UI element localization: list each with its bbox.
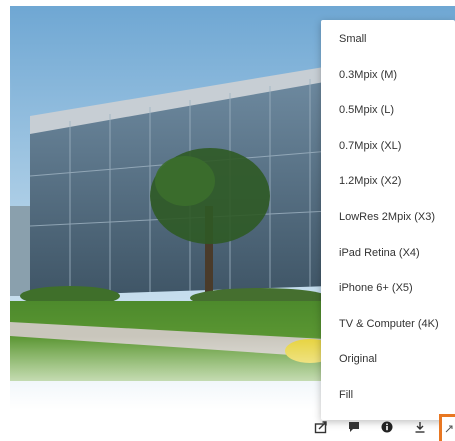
menu-item-x5[interactable]: iPhone 6+ (X5) — [321, 271, 455, 307]
share-icon — [314, 421, 327, 434]
info-icon — [381, 421, 393, 433]
menu-item-x3[interactable]: LowRes 2Mpix (X3) — [321, 200, 455, 236]
photo-toolbar — [300, 414, 455, 441]
menu-item-original[interactable]: Original — [321, 342, 455, 378]
info-button[interactable] — [378, 418, 396, 436]
comment-icon — [349, 422, 359, 432]
menu-item-xlarge[interactable]: 0.7Mpix (XL) — [321, 129, 455, 165]
menu-item-x2[interactable]: 1.2Mpix (X2) — [321, 164, 455, 200]
menu-item-small[interactable]: Small — [321, 22, 455, 58]
menu-item-x4[interactable]: iPad Retina (X4) — [321, 236, 455, 272]
menu-item-fill[interactable]: Fill — [321, 378, 455, 414]
menu-item-4k[interactable]: TV & Computer (4K) — [321, 307, 455, 343]
photo-sizes-icon — [445, 425, 452, 433]
photo-viewer: Small 0.3Mpix (M) 0.5Mpix (L) 0.7Mpix (X… — [0, 0, 455, 441]
download-icon — [415, 422, 425, 433]
share-button[interactable] — [312, 418, 330, 436]
photo-sizes-button[interactable] — [439, 414, 455, 441]
menu-item-large[interactable]: 0.5Mpix (L) — [321, 93, 455, 129]
photo-size-menu: Small 0.3Mpix (M) 0.5Mpix (L) 0.7Mpix (X… — [321, 20, 455, 420]
download-button[interactable] — [411, 418, 429, 436]
menu-item-medium[interactable]: 0.3Mpix (M) — [321, 58, 455, 94]
comment-button[interactable] — [345, 418, 363, 436]
